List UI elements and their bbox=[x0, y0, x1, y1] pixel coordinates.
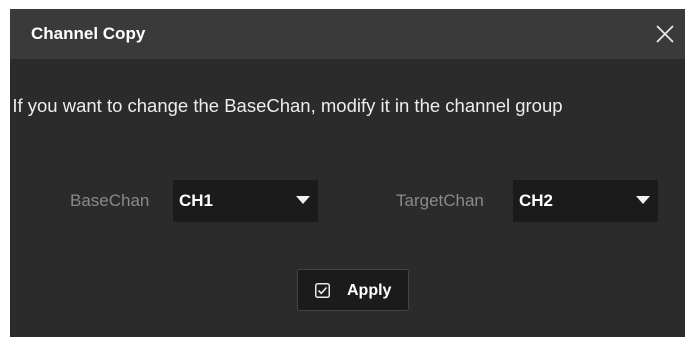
apply-label: Apply bbox=[347, 282, 392, 299]
dropdown-arrow-icon bbox=[636, 196, 650, 204]
dialog-title: Channel Copy bbox=[31, 24, 146, 43]
base-chan-note: * If you want to change the BaseChan, mo… bbox=[10, 95, 563, 116]
dialog-titlebar: Channel Copy bbox=[10, 9, 685, 59]
checkbox-checked-icon[interactable] bbox=[315, 283, 330, 298]
close-icon bbox=[656, 25, 674, 43]
target-chan-value: CH2 bbox=[519, 191, 554, 210]
base-chan-label: BaseChan bbox=[70, 191, 150, 210]
target-chan-label: TargetChan bbox=[396, 191, 484, 210]
base-chan-select[interactable]: CH1 bbox=[173, 180, 318, 222]
target-chan-select[interactable]: CH2 bbox=[513, 180, 658, 222]
channel-copy-dialog: Channel Copy * If you want to change the… bbox=[10, 9, 685, 337]
close-button[interactable] bbox=[653, 22, 677, 46]
base-chan-value: CH1 bbox=[179, 191, 214, 210]
dropdown-arrow-icon bbox=[296, 196, 310, 204]
apply-button[interactable]: Apply bbox=[297, 269, 409, 311]
